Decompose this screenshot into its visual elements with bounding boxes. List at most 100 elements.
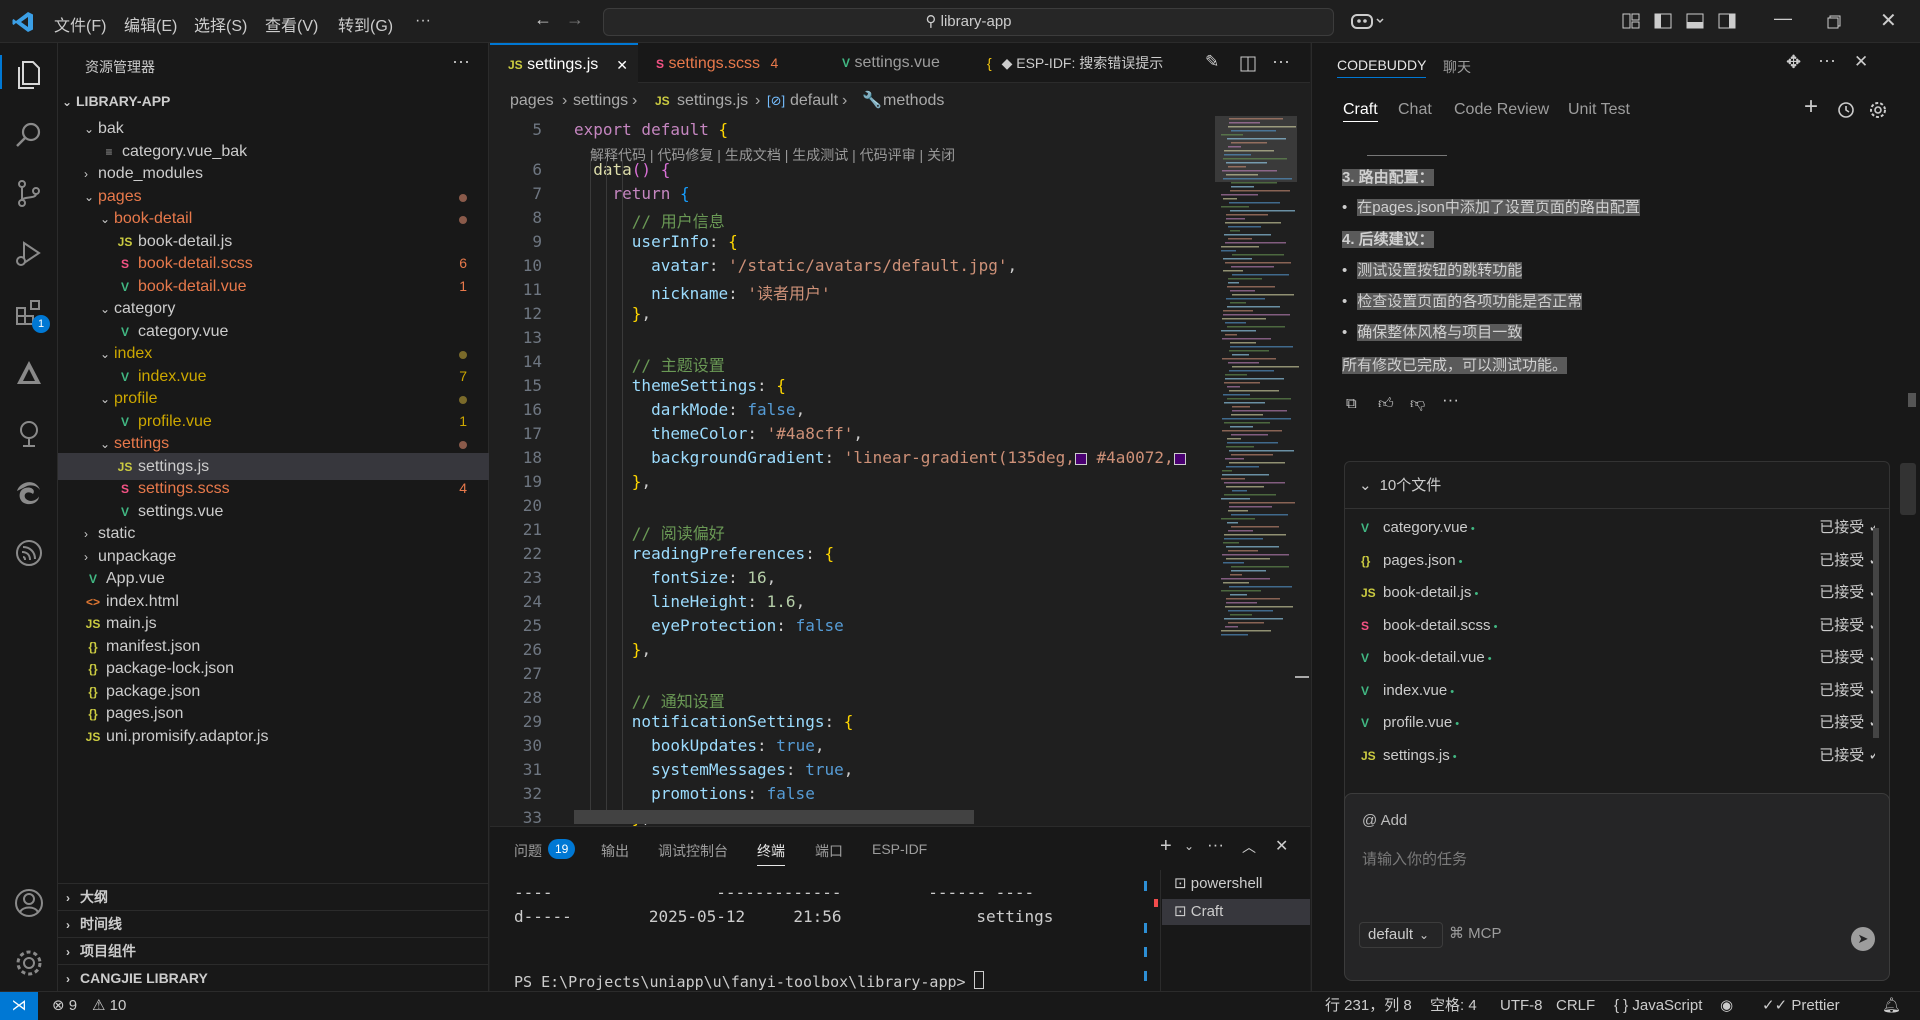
- source-control-icon[interactable]: [12, 176, 46, 210]
- chevron-down-icon[interactable]: ⌄: [1184, 839, 1194, 853]
- thumbs-up-icon[interactable]: 👍︎: [1378, 395, 1394, 413]
- panel-more-icon[interactable]: ···: [1207, 835, 1224, 855]
- esp-idf-search-button[interactable]: { ◆ ESP-IDF: 搜索错误提示: [987, 43, 1197, 83]
- indentation[interactable]: 空格: 4: [1430, 992, 1477, 1020]
- menu-edit[interactable]: 编辑(E): [124, 12, 177, 36]
- toggle-sidebar-icon[interactable]: [1654, 13, 1672, 29]
- breadcrumb-file[interactable]: settings.js: [677, 86, 748, 116]
- changed-file-row[interactable]: Vprofile.vue • 已接受 ✓: [1361, 707, 1875, 739]
- notifications-bell-icon[interactable]: 🔔︎: [1882, 992, 1901, 1020]
- files-scrollbar[interactable]: [1873, 528, 1879, 738]
- tab-craft[interactable]: Craft: [1343, 101, 1378, 122]
- send-icon[interactable]: ➤: [1851, 927, 1875, 951]
- tab-unit-test[interactable]: Unit Test: [1568, 101, 1630, 119]
- tab-ports[interactable]: 端口: [815, 841, 843, 861]
- code-editor[interactable]: 解释代码 | 代码修复 | 生成文档 | 生成测试 | 代码评审 | 关闭 5e…: [490, 116, 1220, 827]
- tab-esp-idf[interactable]: ESP-IDF: [872, 841, 927, 857]
- tab-output[interactable]: 输出: [601, 841, 629, 861]
- add-context-button[interactable]: @ Add: [1362, 812, 1407, 829]
- close-panel-icon[interactable]: ✕: [1854, 52, 1868, 72]
- toggle-panel-icon[interactable]: [1686, 13, 1704, 29]
- changed-file-row[interactable]: Sbook-detail.scss • 已接受 ✓: [1361, 610, 1875, 642]
- new-terminal-icon[interactable]: +: [1160, 835, 1172, 858]
- section-project-components[interactable]: › 项目组件: [58, 937, 489, 964]
- customize-layout-icon[interactable]: [1622, 13, 1640, 29]
- changed-file-row[interactable]: JS settings.js • 已接受 ✓: [1361, 740, 1875, 772]
- settings-gear-icon[interactable]: [12, 946, 46, 980]
- explorer-root[interactable]: ⌄ LIBRARY-APP: [58, 88, 489, 115]
- tab-terminal[interactable]: 终端: [757, 841, 785, 866]
- explorer-more-icon[interactable]: ···: [452, 51, 470, 72]
- changed-file-row[interactable]: Vindex.vue • 已接受 ✓: [1361, 675, 1875, 707]
- menu-file[interactable]: 文件(F): [54, 12, 106, 36]
- changed-file-row[interactable]: Vcategory.vue • 已接受 ✓: [1361, 512, 1875, 544]
- move-icon[interactable]: ✥: [1786, 52, 1801, 73]
- codebuddy-tab[interactable]: CODEBUDDY: [1337, 57, 1427, 78]
- close-tab-icon[interactable]: ✕: [616, 45, 628, 85]
- section-cangjie-library[interactable]: › CANGJIE LIBRARY: [58, 964, 489, 991]
- encoding[interactable]: UTF-8: [1500, 992, 1543, 1020]
- end-of-line[interactable]: CRLF: [1556, 992, 1595, 1020]
- settings-icon[interactable]: [1868, 100, 1888, 120]
- copilot-status-icon[interactable]: ◉: [1720, 992, 1733, 1020]
- model-select[interactable]: default ⌄: [1359, 922, 1443, 948]
- maximize-panel-icon[interactable]: ︿: [1242, 837, 1256, 857]
- breadcrumb-default[interactable]: default: [790, 86, 838, 116]
- cursor-position[interactable]: 行 231，列 8: [1325, 992, 1412, 1020]
- breadcrumb-methods[interactable]: methods: [883, 86, 944, 116]
- history-icon[interactable]: [1836, 100, 1856, 120]
- tab-debug-console[interactable]: 调试控制台: [658, 841, 728, 861]
- remote-explorer-icon[interactable]: [12, 416, 46, 450]
- terminal-prompt[interactable]: PS E:\Projects\uniapp\u\fanyi-toolbox\li…: [514, 973, 975, 991]
- terminal-item-powershell[interactable]: ⊡ powershell: [1162, 871, 1310, 897]
- explorer-icon[interactable]: [12, 58, 46, 92]
- thumbs-down-icon[interactable]: 👎︎: [1410, 395, 1425, 413]
- command-center-search[interactable]: ⚲ library-app: [603, 8, 1334, 36]
- edit-pencil-icon[interactable]: ✎: [1205, 52, 1219, 72]
- warnings-indicator[interactable]: ⚠ 10: [92, 992, 126, 1020]
- close-window-icon[interactable]: ✕: [1880, 8, 1897, 33]
- language-mode[interactable]: { } JavaScript: [1614, 992, 1702, 1020]
- editor-more-icon[interactable]: ···: [1272, 51, 1290, 72]
- copy-icon[interactable]: ⧉: [1346, 395, 1357, 412]
- section-outline[interactable]: › 大纲: [58, 883, 489, 910]
- chat-scrollbar[interactable]: [1900, 463, 1916, 515]
- esp-idf-icon[interactable]: [12, 536, 46, 570]
- remote-indicator-icon[interactable]: ⋊: [0, 992, 38, 1020]
- changed-file-row[interactable]: Vbook-detail.vue • 已接受 ✓: [1361, 642, 1875, 674]
- menu-go[interactable]: 转到(G): [338, 12, 393, 36]
- back-arrow-icon[interactable]: ←: [534, 9, 552, 30]
- tab-code-review[interactable]: Code Review: [1454, 101, 1549, 119]
- tab-problems[interactable]: 问题: [514, 841, 542, 861]
- restore-icon[interactable]: [1827, 15, 1841, 29]
- errors-indicator[interactable]: ⊗ 9: [52, 992, 77, 1020]
- minimize-icon[interactable]: —: [1774, 8, 1792, 29]
- task-input-placeholder[interactable]: 请输入你的任务: [1362, 848, 1467, 869]
- edge-icon[interactable]: [12, 476, 46, 510]
- new-chat-icon[interactable]: +: [1804, 93, 1818, 121]
- chat-header-tab[interactable]: 聊天: [1443, 57, 1471, 77]
- horizontal-scrollbar[interactable]: [574, 810, 974, 824]
- panel-more-icon[interactable]: ···: [1818, 50, 1836, 71]
- terminal-item-craft[interactable]: ⊡ Craft: [1162, 899, 1310, 925]
- tree-item-uni-promisify-adaptor-js[interactable]: JS uni.promisify.adaptor.js: [58, 723, 489, 750]
- task-input-box[interactable]: @ Add 请输入你的任务 default ⌄ ⌘ MCP ➤: [1344, 793, 1890, 981]
- changed-file-row[interactable]: {} pages.json • 已接受 ✓: [1361, 545, 1875, 577]
- changed-file-row[interactable]: JS book-detail.js • 已接受 ✓: [1361, 577, 1875, 609]
- menu-view[interactable]: 查看(V): [265, 12, 318, 36]
- codebuddy-icon[interactable]: [12, 356, 46, 390]
- forward-arrow-icon[interactable]: →: [566, 9, 584, 30]
- tab-settings-scss[interactable]: S settings.scss 4: [638, 43, 803, 83]
- message-more-icon[interactable]: ···: [1442, 390, 1459, 410]
- breadcrumb-pages[interactable]: pages: [510, 86, 554, 116]
- search-sidebar-icon[interactable]: [12, 118, 46, 152]
- menu-selection[interactable]: 选择(S): [194, 12, 247, 36]
- close-panel-icon[interactable]: ✕: [1275, 836, 1288, 856]
- menu-more[interactable]: ···: [415, 12, 431, 30]
- run-debug-icon[interactable]: [12, 236, 46, 270]
- files-header[interactable]: ⌄ 10个文件: [1359, 474, 1441, 495]
- split-editor-icon[interactable]: [1240, 56, 1256, 72]
- toggle-secondary-sidebar-icon[interactable]: [1718, 13, 1736, 29]
- account-icon[interactable]: [12, 886, 46, 920]
- minimap[interactable]: [1215, 116, 1310, 824]
